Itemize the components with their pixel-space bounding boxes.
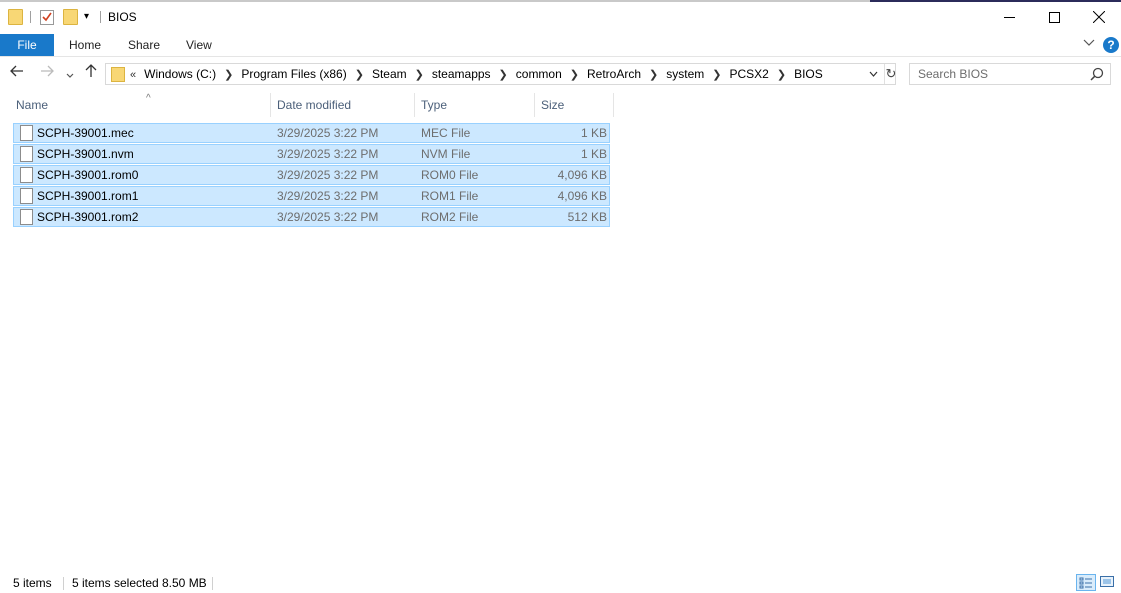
- breadcrumb: « Windows (C:) ❯ Program Files (x86) ❯ Steam ❯…: [130, 64, 823, 84]
- file-name[interactable]: SCPH-39001.mec: [37, 124, 134, 142]
- chevron-right-icon[interactable]: ❯: [415, 69, 424, 81]
- large-icons-view-icon[interactable]: [1099, 574, 1117, 591]
- breadcrumb-steamapps[interactable]: steamapps: [432, 67, 491, 81]
- maximize-button[interactable]: [1031, 0, 1077, 34]
- close-button[interactable]: [1076, 0, 1121, 34]
- chevron-right-icon[interactable]: ❯: [570, 69, 579, 81]
- tab-file[interactable]: File: [0, 34, 54, 56]
- recent-locations-button[interactable]: [66, 66, 74, 82]
- file-size: 4,096 KB: [557, 168, 607, 182]
- file-row[interactable]: SCPH-39001.rom2 3/29/2025 3:22 PM ROM2 F…: [13, 207, 610, 227]
- tab-share[interactable]: Share: [128, 34, 160, 56]
- status-bar: 5 items 5 items selected 8.50 MB: [0, 572, 1121, 593]
- new-folder-icon[interactable]: [63, 9, 79, 25]
- breadcrumb-overflow[interactable]: «: [130, 69, 136, 81]
- file-row[interactable]: SCPH-39001.rom0 3/29/2025 3:22 PM ROM0 F…: [13, 165, 610, 185]
- column-header-name-label: Name: [16, 98, 49, 112]
- file-type: ROM1 File: [421, 189, 479, 203]
- file-row[interactable]: SCPH-39001.nvm 3/29/2025 3:22 PM NVM Fil…: [13, 144, 610, 164]
- file-size: 1 KB: [580, 147, 607, 161]
- file-date: 3/29/2025 3:22 PM: [277, 210, 379, 224]
- help-icon[interactable]: ?: [1103, 37, 1119, 53]
- file-name[interactable]: SCPH-39001.rom2: [37, 208, 138, 226]
- status-separator: [63, 577, 64, 590]
- forward-button[interactable]: [40, 64, 54, 81]
- folder-icon: [111, 67, 125, 82]
- breadcrumb-retroarch[interactable]: RetroArch: [587, 67, 641, 81]
- column-header-name[interactable]: Name ^: [10, 93, 271, 117]
- column-header-date[interactable]: Date modified: [271, 93, 415, 117]
- file-icon: [20, 188, 33, 204]
- breadcrumb-common[interactable]: common: [516, 67, 562, 81]
- chevron-right-icon[interactable]: ❯: [649, 69, 658, 81]
- tab-home[interactable]: Home: [69, 34, 101, 56]
- file-type: NVM File: [421, 147, 471, 161]
- file-name[interactable]: SCPH-39001.nvm: [37, 145, 134, 163]
- column-header-date-label: Date modified: [277, 98, 352, 112]
- file-icon: [20, 209, 33, 225]
- selection-size: 8.50 MB: [162, 576, 207, 590]
- chevron-right-icon[interactable]: ❯: [499, 69, 508, 81]
- selection-count: 5 items selected: [72, 576, 159, 590]
- file-icon: [20, 146, 33, 162]
- qat-separator: [30, 11, 31, 23]
- qat-separator: [100, 11, 101, 23]
- search-box[interactable]: [909, 63, 1111, 85]
- breadcrumb-program-files-x86[interactable]: Program Files (x86): [241, 67, 346, 81]
- column-header-type-label: Type: [421, 98, 448, 112]
- chevron-right-icon[interactable]: ❯: [224, 69, 233, 81]
- item-count: 5 items: [13, 576, 52, 590]
- sort-ascending-icon: ^: [146, 93, 151, 104]
- file-date: 3/29/2025 3:22 PM: [277, 126, 379, 140]
- minimize-button[interactable]: [986, 0, 1032, 34]
- title-bar: ▾ BIOS: [0, 0, 1121, 34]
- file-name[interactable]: SCPH-39001.rom1: [37, 187, 138, 205]
- column-header-size-label: Size: [541, 98, 565, 112]
- column-headers: Name ^ Date modified Type Size: [0, 93, 616, 117]
- chevron-right-icon[interactable]: ❯: [355, 69, 364, 81]
- file-row[interactable]: SCPH-39001.mec 3/29/2025 3:22 PM MEC Fil…: [13, 123, 610, 143]
- window-title: BIOS: [108, 10, 137, 24]
- file-size: 1 KB: [580, 126, 607, 140]
- file-date: 3/29/2025 3:22 PM: [277, 168, 379, 182]
- column-header-size[interactable]: Size: [535, 93, 614, 117]
- properties-icon[interactable]: [40, 9, 56, 25]
- expand-ribbon-icon[interactable]: [1083, 36, 1095, 50]
- file-date: 3/29/2025 3:22 PM: [277, 147, 379, 161]
- search-icon[interactable]: [1090, 67, 1104, 81]
- file-type: ROM2 File: [421, 210, 479, 224]
- file-size: 4,096 KB: [557, 189, 607, 203]
- search-input[interactable]: [910, 64, 1096, 84]
- file-name[interactable]: SCPH-39001.rom0: [37, 166, 138, 184]
- details-view-icon[interactable]: [1076, 574, 1096, 591]
- breadcrumb-bios[interactable]: BIOS: [794, 67, 823, 81]
- up-button[interactable]: [84, 64, 98, 81]
- breadcrumb-system[interactable]: system: [666, 67, 704, 81]
- file-icon: [20, 125, 33, 141]
- folder-icon: [8, 9, 24, 25]
- refresh-icon[interactable]: ↻: [884, 64, 897, 84]
- chevron-right-icon[interactable]: ❯: [712, 69, 721, 81]
- breadcrumb-windows-c[interactable]: Windows (C:): [144, 67, 216, 81]
- top-strip: [0, 0, 870, 2]
- tab-view[interactable]: View: [186, 34, 212, 56]
- file-row[interactable]: SCPH-39001.rom1 3/29/2025 3:22 PM ROM1 F…: [13, 186, 610, 206]
- chevron-right-icon[interactable]: ❯: [777, 69, 786, 81]
- breadcrumb-steam[interactable]: Steam: [372, 67, 407, 81]
- customize-qat-icon[interactable]: ▾: [84, 11, 100, 27]
- file-type: ROM0 File: [421, 168, 479, 182]
- status-separator: [212, 577, 213, 590]
- address-dropdown-icon[interactable]: [866, 64, 880, 84]
- file-date: 3/29/2025 3:22 PM: [277, 189, 379, 203]
- navigation-bar: « Windows (C:) ❯ Program Files (x86) ❯ Steam ❯…: [0, 60, 1121, 88]
- back-button[interactable]: [10, 64, 24, 81]
- ribbon-tabs: File Home Share View ?: [0, 34, 1121, 57]
- address-bar[interactable]: « Windows (C:) ❯ Program Files (x86) ❯ Steam ❯…: [105, 63, 896, 85]
- file-type: MEC File: [421, 126, 471, 140]
- breadcrumb-pcsx2[interactable]: PCSX2: [729, 67, 768, 81]
- column-header-type[interactable]: Type: [415, 93, 535, 117]
- file-size: 512 KB: [567, 210, 607, 224]
- file-icon: [20, 167, 33, 183]
